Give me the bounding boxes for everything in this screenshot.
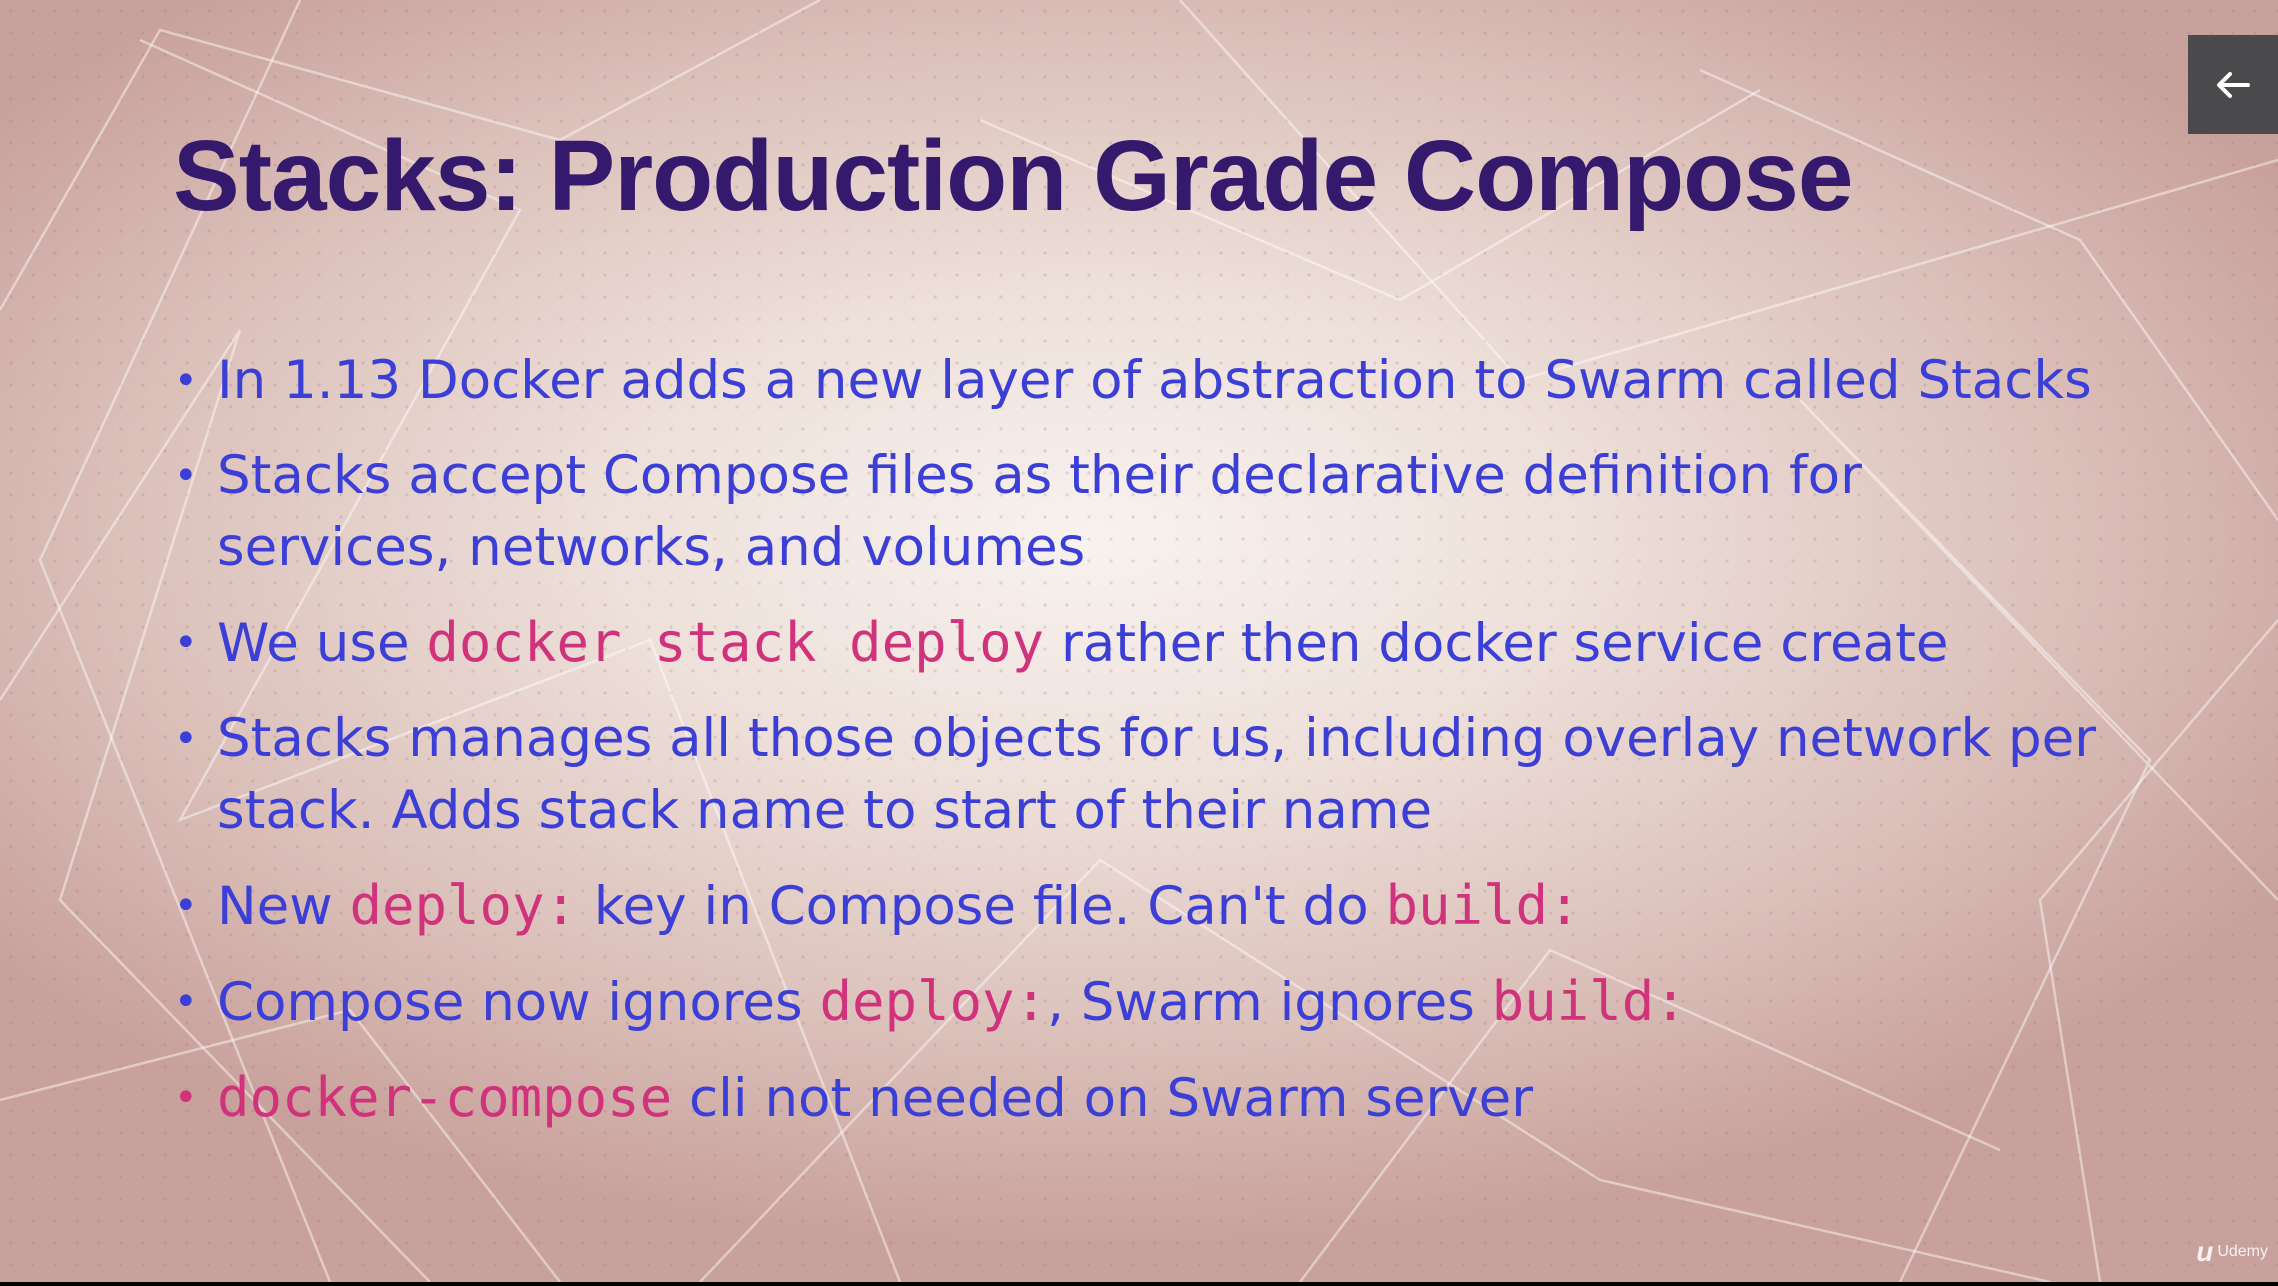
bullet-marker: • [174, 453, 198, 499]
bullet-text: key in Compose file. Can't do [577, 876, 1386, 937]
bullet-item: • We use docker stack deploy rather then … [172, 607, 2172, 680]
bullet-marker: • [174, 716, 198, 762]
bullet-text: cli not needed on Swarm server [672, 1068, 1534, 1129]
code-snippet: deploy: [819, 970, 1048, 1033]
bullet-text-line-1: Stacks manages all those objects for us,… [217, 708, 2097, 769]
bullet-marker: • [174, 1075, 198, 1121]
code-snippet: build: [1491, 970, 1687, 1033]
bullet-text: rather then docker service create [1044, 613, 1949, 674]
udemy-logo-text: Udemy [2217, 1243, 2268, 1260]
code-snippet: build: [1385, 874, 1581, 937]
bullet-item: • Stacks manages all those objects for us… [172, 703, 2172, 847]
slide: Stacks: Production Grade Compose • In 1.1… [0, 0, 2278, 1282]
bullet-text: We use [217, 613, 427, 674]
code-snippet: docker stack deploy [426, 611, 1045, 674]
bullet-item: • Compose now ignores deploy:, Swarm igno… [172, 966, 2172, 1039]
bullet-text: In 1.13 Docker adds a new layer of abstr… [217, 350, 2092, 411]
code-snippet: deploy: [349, 874, 578, 937]
udemy-logo-mark: u [2196, 1236, 2214, 1267]
slide-title: Stacks: Production Grade Compose [173, 120, 1853, 232]
bullet-marker: • [174, 620, 198, 666]
bullet-item: • docker-compose cli not needed on Swarm … [172, 1062, 2172, 1135]
bullet-text-line-2: stack. Adds stack name to start of their… [217, 780, 1433, 841]
bullet-text-line-1: Stacks accept Compose files as their dec… [217, 445, 1862, 506]
bullet-marker: • [174, 979, 198, 1025]
bullet-item: • New deploy: key in Compose file. Can't … [172, 870, 2172, 943]
udemy-logo: u Udemy [2196, 1236, 2268, 1268]
bullet-list: • In 1.13 Docker adds a new layer of abst… [172, 345, 2172, 1158]
bullet-text: Compose now ignores [217, 972, 820, 1033]
bullet-item: • In 1.13 Docker adds a new layer of abst… [172, 345, 2172, 417]
bullet-text-line-2: services, networks, and volumes [217, 517, 1086, 578]
bullet-marker: • [174, 358, 198, 404]
bullet-text: , Swarm ignores [1047, 972, 1492, 1033]
arrow-left-icon [2217, 71, 2250, 98]
back-button[interactable] [2188, 35, 2278, 134]
bullet-marker: • [174, 883, 198, 929]
bullet-text: New [217, 876, 350, 937]
code-snippet: docker-compose [217, 1066, 673, 1129]
bullet-item: • Stacks accept Compose files as their de… [172, 440, 2172, 584]
